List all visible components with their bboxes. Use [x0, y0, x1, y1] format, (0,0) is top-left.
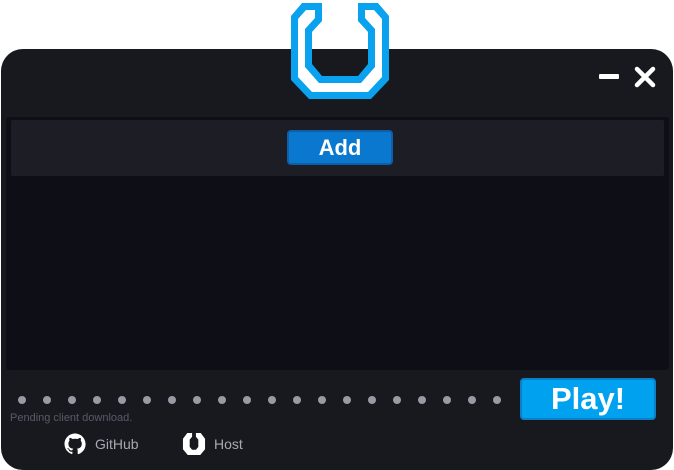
progress-dot [43, 396, 51, 404]
octagon-u-logo-icon [291, 3, 389, 99]
progress-dot [468, 396, 476, 404]
progress-dot [68, 396, 76, 404]
status-text: Pending client download. [10, 412, 133, 424]
progress-dots [18, 396, 501, 404]
github-icon [63, 432, 87, 456]
launcher-window: Add Pending client download. Play! GitHu… [1, 49, 673, 470]
progress-dot [493, 396, 501, 404]
progress-dot [443, 396, 451, 404]
progress-dot [193, 396, 201, 404]
play-button[interactable]: Play! [520, 378, 656, 420]
progress-dot [318, 396, 326, 404]
progress-dot [93, 396, 101, 404]
host-logo-icon [182, 432, 206, 456]
progress-dot [218, 396, 226, 404]
progress-dot [368, 396, 376, 404]
progress-dot [393, 396, 401, 404]
github-link[interactable]: GitHub [63, 432, 139, 456]
close-icon [634, 66, 656, 88]
minimize-icon [599, 74, 619, 79]
github-link-label: GitHub [95, 436, 139, 452]
launcher-stage: Add Pending client download. Play! GitHu… [0, 0, 674, 470]
progress-dot [293, 396, 301, 404]
host-link-label: Host [214, 436, 243, 452]
progress-dot [118, 396, 126, 404]
mod-list-toolbar: Add [11, 120, 664, 176]
progress-dot [168, 396, 176, 404]
progress-dot [418, 396, 426, 404]
minimize-button[interactable] [597, 65, 621, 89]
add-button[interactable]: Add [287, 130, 393, 165]
progress-dot [268, 396, 276, 404]
mod-list-panel: Add [6, 117, 669, 370]
progress-dot [143, 396, 151, 404]
close-button[interactable] [633, 65, 657, 89]
window-controls [597, 65, 657, 89]
progress-dot [343, 396, 351, 404]
host-link[interactable]: Host [182, 432, 243, 456]
progress-dot [243, 396, 251, 404]
progress-dot [18, 396, 26, 404]
